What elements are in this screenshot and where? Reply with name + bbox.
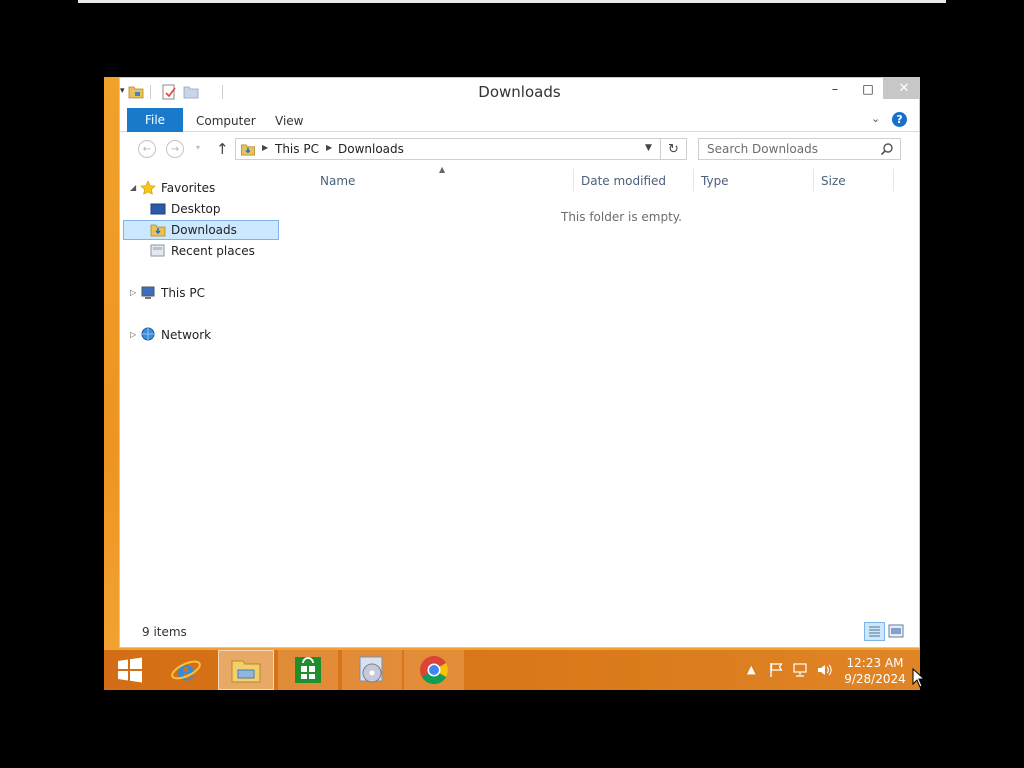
- file-list: ▲ Name Date modified Type Size This fold…: [120, 78, 919, 618]
- sort-arrow-icon: ▲: [439, 165, 446, 174]
- details-view-icon: [869, 626, 880, 637]
- svg-text:e: e: [177, 654, 195, 686]
- clock-time: 12:23 AM: [846, 656, 904, 670]
- taskbar: e ▲ 12:23 AM 9/28/2024: [104, 650, 920, 690]
- action-center-flag-icon[interactable]: [768, 662, 784, 678]
- windows-start-icon: [118, 657, 142, 683]
- volume-icon[interactable]: [816, 662, 832, 678]
- taskbar-store[interactable]: [278, 650, 338, 690]
- file-explorer-icon: [231, 660, 261, 683]
- item-count: 9 items: [142, 625, 187, 639]
- details-view-button[interactable]: [864, 622, 885, 641]
- column-divider[interactable]: [693, 169, 694, 191]
- column-header-size[interactable]: Size: [821, 174, 846, 188]
- network-status-icon[interactable]: [792, 662, 808, 678]
- show-hidden-icons-icon[interactable]: ▲: [747, 663, 763, 679]
- chrome-icon: [420, 656, 448, 684]
- mouse-cursor-icon: [912, 668, 924, 688]
- column-divider[interactable]: [893, 169, 894, 191]
- internet-explorer-icon: e: [171, 654, 201, 686]
- start-button[interactable]: [112, 650, 148, 690]
- taskbar-file-explorer[interactable]: [218, 650, 274, 690]
- column-header-name[interactable]: Name: [320, 174, 355, 188]
- taskbar-clock[interactable]: 12:23 AM 9/28/2024: [840, 655, 910, 687]
- clock-date: 9/28/2024: [844, 672, 906, 686]
- large-icons-view-icon[interactable]: [888, 623, 904, 639]
- store-icon: [295, 657, 321, 683]
- desktop: ▾ Downloads – □ ✕ File Computer View ⌄ ?…: [104, 77, 920, 690]
- explorer-window: ▾ Downloads – □ ✕ File Computer View ⌄ ?…: [119, 77, 920, 648]
- setup-disc-icon: [359, 656, 383, 683]
- top-strip: [78, 0, 946, 3]
- column-header-date-modified[interactable]: Date modified: [581, 174, 666, 188]
- empty-folder-message: This folder is empty.: [561, 210, 682, 224]
- column-header-type[interactable]: Type: [701, 174, 729, 188]
- taskbar-chrome[interactable]: [404, 650, 464, 690]
- column-divider[interactable]: [573, 169, 574, 191]
- column-divider[interactable]: [813, 169, 814, 191]
- screen: ▾ Downloads – □ ✕ File Computer View ⌄ ?…: [0, 0, 1024, 768]
- status-bar: 9 items: [120, 618, 919, 644]
- taskbar-internet-explorer[interactable]: e: [166, 650, 206, 690]
- taskbar-setup[interactable]: [342, 650, 402, 690]
